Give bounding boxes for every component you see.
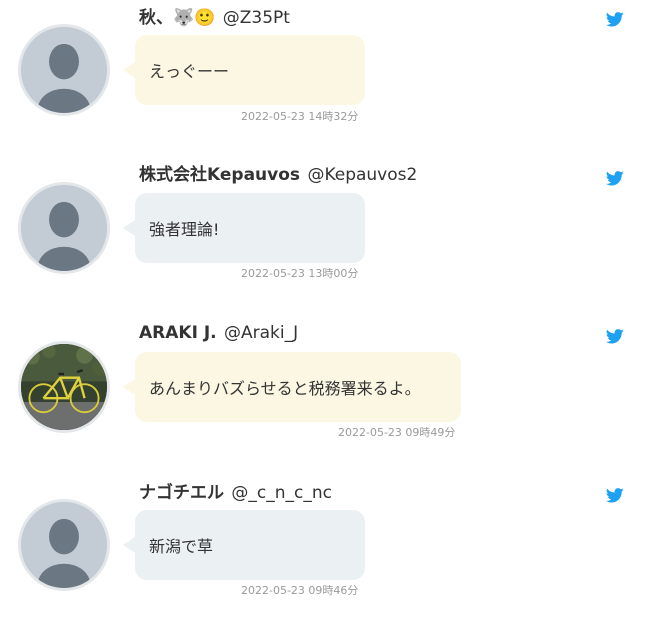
message-bubble: えっぐーー	[123, 35, 365, 105]
display-name[interactable]: ナゴチエル	[139, 483, 224, 503]
tweet-item: 秋、🐺🙂 @Z35Pt えっぐーー 2022-05-23 14時32分	[0, 0, 664, 150]
message-bubble: 新潟で草	[123, 510, 365, 580]
display-name[interactable]: ARAKI J.	[139, 323, 217, 343]
message-text: 新潟で草	[149, 537, 214, 556]
default-avatar-icon[interactable]	[18, 24, 110, 116]
user-handle[interactable]: @Kepauvos2	[307, 165, 417, 185]
message-bubble: 強者理論!	[123, 193, 365, 263]
author-line: 秋、🐺🙂 @Z35Pt	[139, 8, 290, 28]
timestamp: 2022-05-23 14時32分	[241, 110, 359, 123]
author-line: ARAKI J. @Araki_J	[139, 323, 298, 343]
twitter-bird-icon[interactable]	[606, 329, 624, 344]
user-handle[interactable]: @Z35Pt	[223, 8, 290, 28]
twitter-bird-icon[interactable]	[606, 171, 624, 186]
bicycle-photo[interactable]	[18, 341, 110, 433]
twitter-bird-icon[interactable]	[606, 488, 624, 503]
user-handle[interactable]: @Araki_J	[224, 323, 298, 343]
display-name[interactable]: 秋、	[139, 8, 173, 28]
tweet-item: ARAKI J. @Araki_J あんまりバズらせると税務署来るよ。 2022…	[0, 317, 664, 467]
tweet-item: 株式会社Kepauvos @Kepauvos2 強者理論! 2022-05-23…	[0, 158, 664, 308]
default-avatar-icon[interactable]	[18, 182, 110, 274]
author-line: 株式会社Kepauvos @Kepauvos2	[139, 165, 417, 185]
display-name[interactable]: 株式会社Kepauvos	[139, 165, 300, 185]
tweet-item: ナゴチエル @_c_n_c_nc 新潟で草 2022-05-23 09時46分	[0, 475, 664, 625]
user-handle[interactable]: @_c_n_c_nc	[231, 483, 332, 503]
message-text: 強者理論!	[149, 220, 220, 239]
name-emojis: 🐺🙂	[173, 8, 216, 28]
message-text: えっぐーー	[149, 62, 230, 81]
default-avatar-icon[interactable]	[18, 499, 110, 591]
twitter-bird-icon[interactable]	[606, 12, 624, 27]
timestamp: 2022-05-23 09時49分	[338, 426, 456, 439]
author-line: ナゴチエル @_c_n_c_nc	[139, 483, 332, 503]
timestamp: 2022-05-23 13時00分	[241, 267, 359, 280]
message-text: あんまりバズらせると税務署来るよ。	[149, 379, 421, 398]
message-bubble: あんまりバズらせると税務署来るよ。	[123, 352, 461, 422]
timestamp: 2022-05-23 09時46分	[241, 584, 359, 597]
